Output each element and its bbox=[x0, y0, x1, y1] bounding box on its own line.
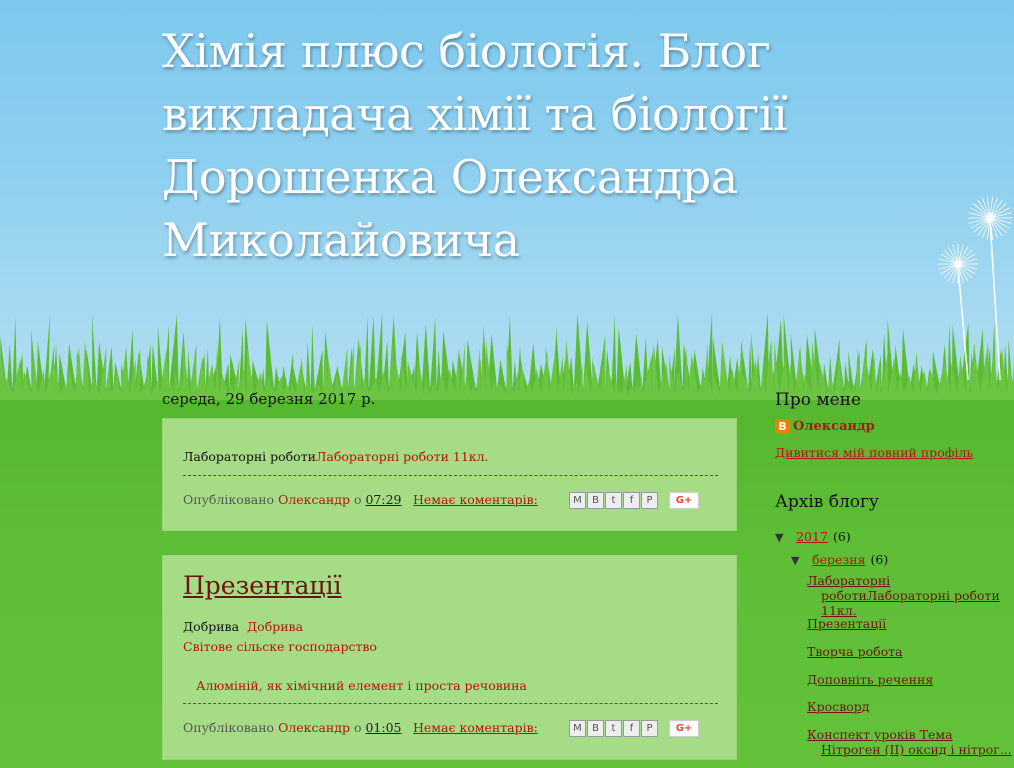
archive-year-count: (6) bbox=[833, 529, 851, 544]
post-2-time-link[interactable]: 01:05 bbox=[365, 720, 401, 735]
archive-post-2[interactable]: Презентації bbox=[807, 616, 886, 631]
post-2-line-2: Світове сільске господарство bbox=[183, 639, 377, 654]
post-2-line-3: Алюміній, як хімічний елемент і проста р… bbox=[196, 678, 527, 693]
facebook-icon[interactable]: f bbox=[623, 492, 640, 509]
post-1-body-link[interactable]: Лабораторні роботи 11кл. bbox=[316, 449, 489, 464]
blogger-icon: B bbox=[775, 419, 790, 434]
post-2-line-2-link[interactable]: Світове сільске господарство bbox=[183, 639, 377, 654]
archive-month-toggle-icon[interactable]: ▼ bbox=[791, 554, 807, 567]
grass-decoration bbox=[0, 311, 1014, 400]
archive-month-link[interactable]: березня bbox=[812, 552, 865, 567]
blog-title[interactable]: Хімія плюс біологія. Блог викладача хімі… bbox=[162, 20, 882, 272]
archive-post-1[interactable]: Лабораторні роботиЛабораторні роботи 11к… bbox=[807, 573, 1014, 618]
email-icon[interactable]: M bbox=[569, 720, 586, 737]
post-2-line-3-link[interactable]: Алюміній, як хімічний елемент і проста р… bbox=[196, 678, 527, 693]
archive-month-count: (6) bbox=[870, 552, 889, 567]
archive-post-5[interactable]: Кросворд bbox=[807, 699, 869, 714]
post-1-body: Лабораторні роботиЛабораторні роботи 11к… bbox=[183, 449, 489, 464]
post-2-share-bar: M B t f P G+ bbox=[569, 720, 699, 737]
at-label: о bbox=[353, 492, 362, 507]
twitter-icon[interactable]: t bbox=[605, 492, 622, 509]
blog-archive-title: Архів блогу bbox=[775, 492, 879, 512]
blogthis-icon[interactable]: B bbox=[587, 720, 604, 737]
post-2-title[interactable]: Презентації bbox=[183, 571, 342, 600]
post-2-author-link[interactable]: Олександр bbox=[278, 720, 350, 735]
profile-name-link[interactable]: Олександр bbox=[793, 419, 875, 434]
profile-name-row: B Олександр bbox=[775, 419, 875, 434]
published-label: Опубліковано bbox=[183, 720, 275, 735]
post-2-line-1-text: Добрива bbox=[183, 619, 240, 634]
published-label: Опубліковано bbox=[183, 492, 275, 507]
archive-year-row: ▼ 2017 (6) bbox=[775, 526, 851, 545]
post-2-footer: Опубліковано Олександр о 01:05 Немає ком… bbox=[183, 703, 718, 737]
post-1-footer: Опубліковано Олександр о 07:29 Немає ком… bbox=[183, 475, 718, 509]
post-2-line-1: Добрива Добрива bbox=[183, 619, 303, 634]
date-header: середа, 29 березня 2017 р. bbox=[162, 390, 376, 408]
post-2-byline: Опубліковано Олександр о 01:05 bbox=[183, 720, 402, 735]
dandelion-decoration bbox=[938, 196, 1012, 380]
post-2-line-1-link[interactable]: Добрива bbox=[247, 619, 303, 634]
at-label: о bbox=[353, 720, 362, 735]
archive-month-row: ▼ березня (6) bbox=[791, 549, 888, 568]
post-1-body-text: Лабораторні роботи bbox=[183, 449, 316, 464]
twitter-icon[interactable]: t bbox=[605, 720, 622, 737]
archive-post-6[interactable]: Конспект уроків Тема Нітроген (ІІ) оксид… bbox=[807, 727, 1014, 757]
archive-year-toggle-icon[interactable]: ▼ bbox=[775, 531, 791, 544]
blogthis-icon[interactable]: B bbox=[587, 492, 604, 509]
post-1-author-link[interactable]: Олександр bbox=[278, 492, 350, 507]
facebook-icon[interactable]: f bbox=[623, 720, 640, 737]
archive-post-3[interactable]: Творча робота bbox=[807, 644, 903, 659]
pinterest-icon[interactable]: P bbox=[641, 492, 658, 509]
archive-post-4[interactable]: Доповніть речення bbox=[807, 672, 933, 687]
post-2-comments-link[interactable]: Немає коментарів: bbox=[413, 720, 538, 735]
post-2: Презентації Добрива Добрива Світове сіль… bbox=[162, 555, 737, 760]
gplus-button[interactable]: G+ bbox=[669, 720, 699, 737]
gplus-button[interactable]: G+ bbox=[669, 492, 699, 509]
post-1-byline: Опубліковано Олександр о 07:29 bbox=[183, 492, 402, 507]
about-me-title: Про мене bbox=[775, 390, 862, 410]
pinterest-icon[interactable]: P bbox=[641, 720, 658, 737]
email-icon[interactable]: M bbox=[569, 492, 586, 509]
post-1-time-link[interactable]: 07:29 bbox=[365, 492, 401, 507]
post-1: Лабораторні роботиЛабораторні роботи 11к… bbox=[162, 418, 737, 531]
post-1-share-bar: M B t f P G+ bbox=[569, 492, 699, 509]
full-profile-link[interactable]: Дивитися мій повний профіль bbox=[775, 445, 973, 460]
archive-year-link[interactable]: 2017 bbox=[796, 529, 828, 544]
post-1-comments-link[interactable]: Немає коментарів: bbox=[413, 492, 538, 507]
